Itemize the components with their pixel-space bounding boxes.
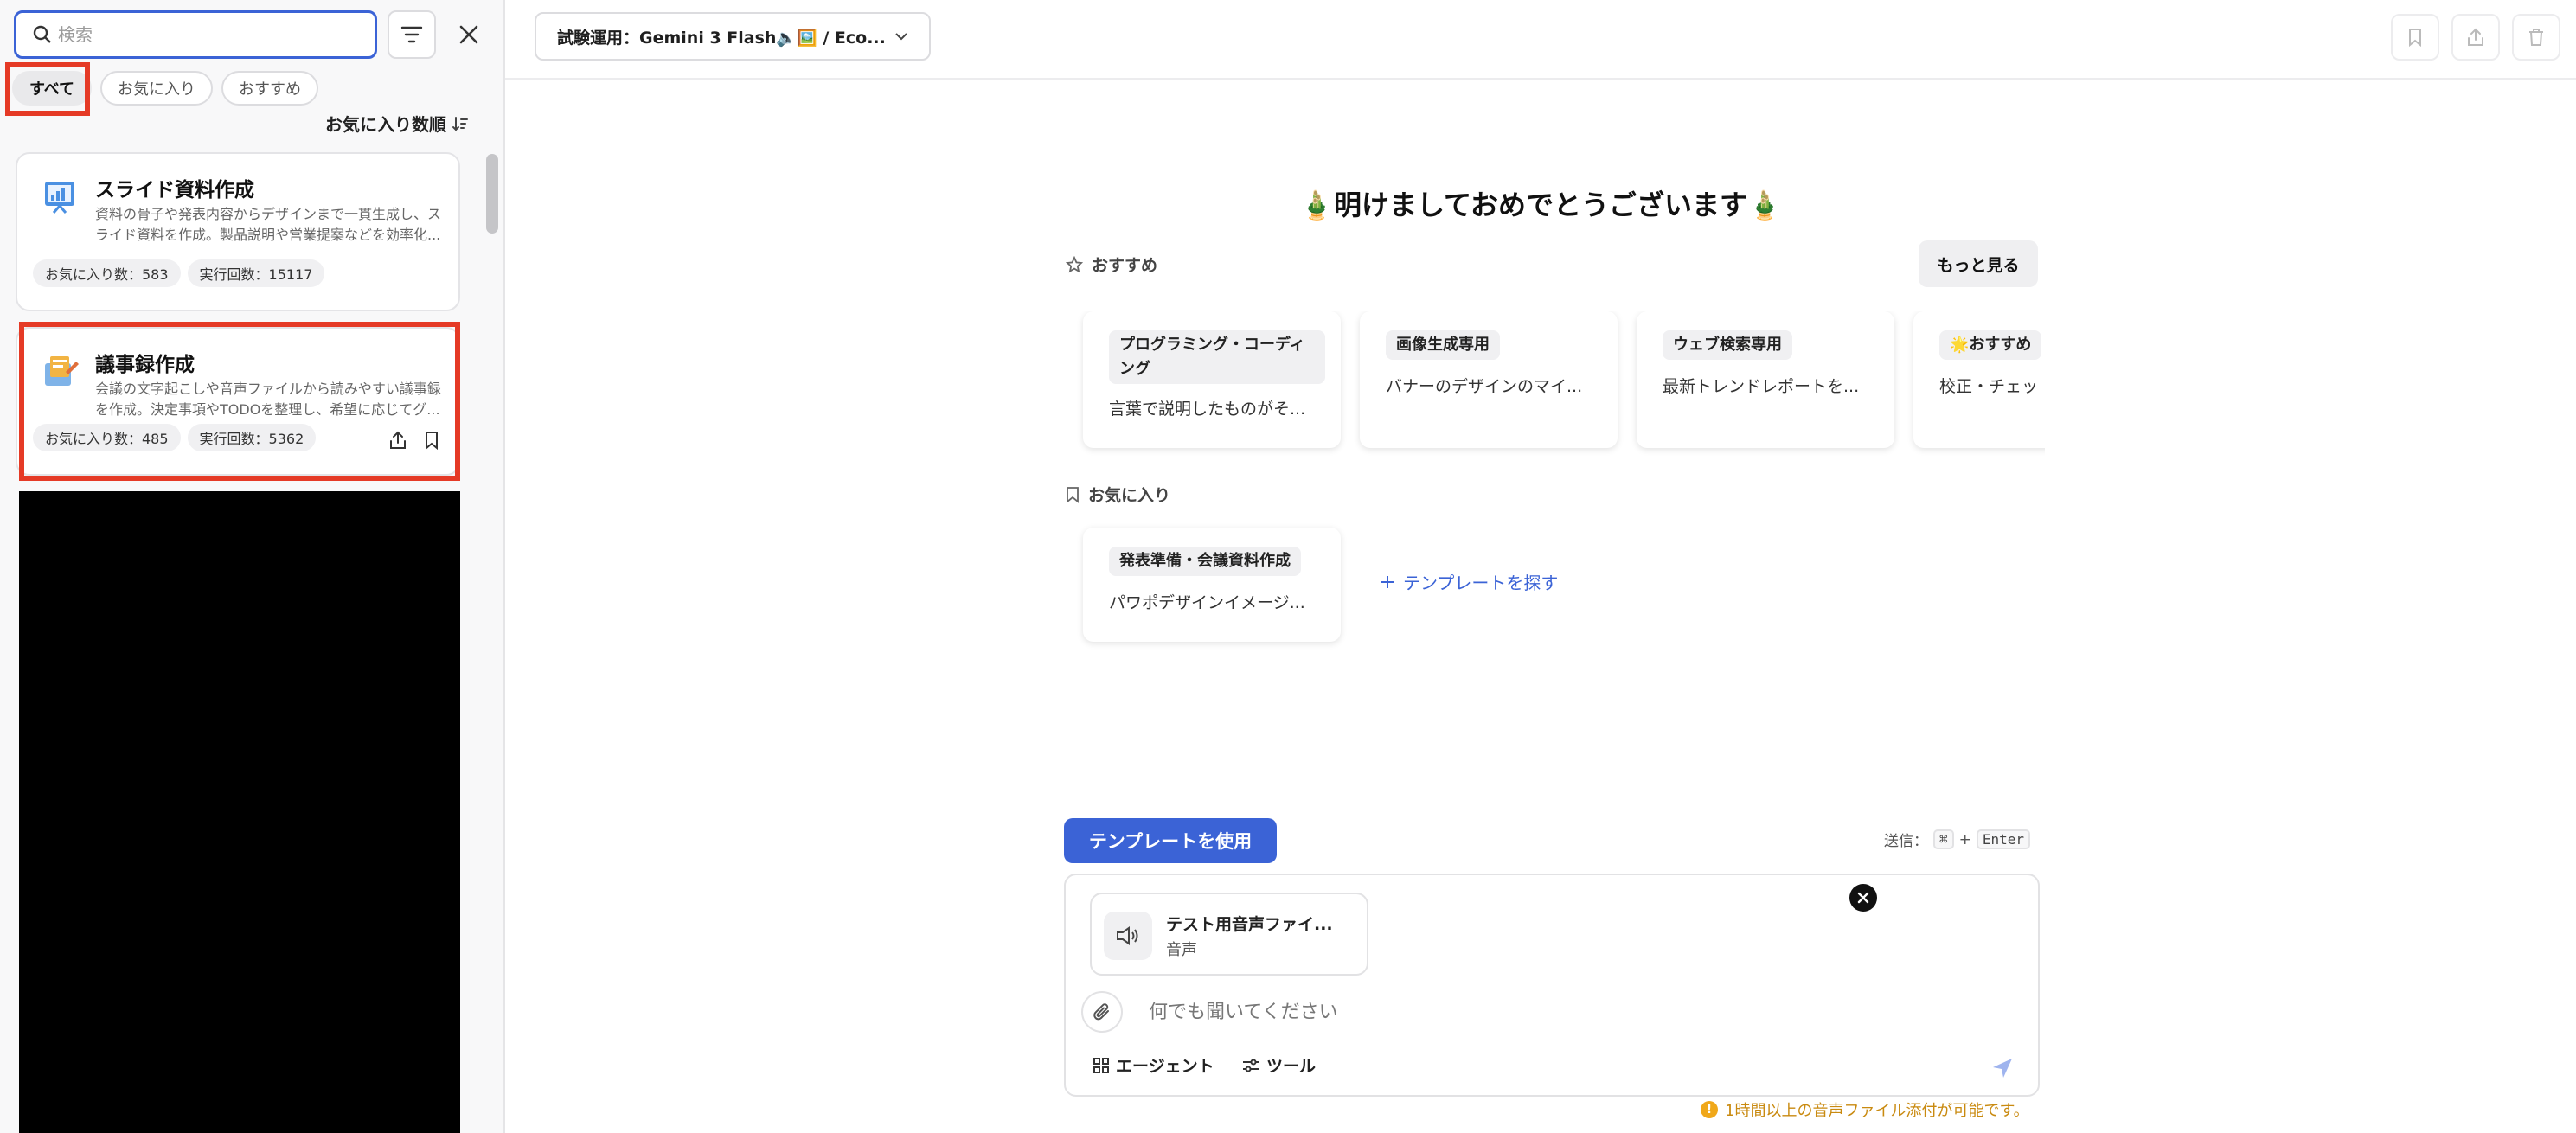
command-key: ⌘	[1933, 829, 1954, 849]
audio-limit-warning: ! 1時間以上の音声ファイル添付が可能です。	[1701, 1098, 2029, 1121]
plus-icon	[1381, 575, 1394, 588]
grid-icon	[1093, 1057, 1109, 1073]
card-text: 言葉で説明したものがそ...	[1109, 400, 1306, 419]
remove-attachment-button[interactable]	[1849, 884, 1877, 912]
top-bar: 試験運用：Gemini 3 Flash🔈🖼️ / Eco...	[505, 0, 2576, 80]
attachment-name: テスト用音声ファイ...	[1166, 915, 1333, 934]
card-text: パワポデザインイメージ...	[1109, 593, 1305, 612]
delete-button[interactable]	[2512, 14, 2560, 61]
agent-label: エージェント	[1116, 1057, 1214, 1076]
send-hint-label: 送信：	[1884, 833, 1928, 850]
main-panel: 試験運用：Gemini 3 Flash🔈🖼️ / Eco... 🎍明けましておめ…	[505, 0, 2576, 1133]
search-input[interactable]	[58, 20, 361, 49]
attach-button[interactable]	[1081, 991, 1123, 1033]
card-text: 最新トレンドレポートを...	[1663, 377, 1860, 396]
card-tag: 🌟おすすめ	[1939, 330, 2042, 360]
share-icon	[2468, 28, 2483, 46]
favorites-label: お気に入り	[1088, 486, 1171, 505]
find-template-label: テンプレートを探す	[1403, 573, 1559, 593]
template-card[interactable]: スライド資料作成 資料の骨子や発表内容からデザインまで一貫生成し、スライド資料を…	[16, 152, 460, 311]
favorites-count-badge: お気に入り数：583	[33, 259, 181, 287]
speaker-icon	[1104, 912, 1152, 960]
run-count-badge: 実行回数：15117	[187, 259, 325, 287]
redacted-area	[19, 491, 460, 1133]
share-button[interactable]	[2451, 14, 2500, 61]
sort-icon	[452, 116, 468, 131]
plus-text: +	[1958, 830, 1971, 848]
chip-favorites[interactable]: お気に入り	[100, 71, 214, 106]
favorite-card[interactable]: 発表準備・会議資料作成 パワポデザインイメージ...	[1083, 528, 1341, 642]
bookmark-icon	[2409, 29, 2421, 47]
star-icon	[1066, 255, 1083, 272]
close-button[interactable]	[445, 10, 493, 59]
chip-recommended[interactable]: おすすめ	[221, 71, 319, 106]
agent-button[interactable]: エージェント	[1093, 1053, 1214, 1077]
trash-icon	[2529, 29, 2543, 46]
see-more-button[interactable]: もっと見る	[1919, 240, 2038, 287]
message-composer: テスト用音声ファイ... 音声 エージェント ツール	[1064, 874, 2040, 1097]
tool-label: ツール	[1266, 1057, 1317, 1076]
highlight-box-all-chip	[5, 62, 90, 116]
prompt-input[interactable]	[1149, 998, 1927, 1026]
card-text: バナーのデザインのマイ...	[1386, 377, 1583, 396]
sort-control[interactable]: お気に入り数順	[325, 111, 469, 136]
recommended-carousel: プログラミング・コーディング 言葉で説明したものがそ... 画像生成専用 バナー…	[1069, 311, 2045, 458]
model-selector-label: 試験運用：Gemini 3 Flash🔈🖼️ / Eco...	[557, 28, 886, 48]
card-tag: 画像生成専用	[1386, 330, 1500, 360]
card-tag: プログラミング・コーディング	[1109, 330, 1325, 384]
recommended-card[interactable]: 🌟おすすめ 校正・チェッ	[1913, 311, 2045, 448]
warning-icon: !	[1701, 1101, 1718, 1118]
recommended-label: おすすめ	[1092, 256, 1158, 275]
favorites-section-label: お気に入り	[1066, 483, 1170, 506]
recommended-card[interactable]: ウェブ検索専用 最新トレンドレポートを...	[1637, 311, 1894, 448]
greeting-heading: 🎍明けましておめでとうございます🎍	[1299, 189, 1782, 221]
slides-icon	[36, 173, 83, 220]
warning-text: 1時間以上の音声ファイル添付が可能です。	[1725, 1102, 2029, 1120]
bookmark-icon	[1067, 486, 1079, 503]
template-description: 資料の骨子や発表内容からデザインまで一貫生成し、スライド資料を作成。製品説明や営…	[95, 206, 442, 243]
recommended-card[interactable]: プログラミング・コーディング 言葉で説明したものがそ...	[1083, 311, 1341, 448]
sidebar-scrollbar[interactable]	[486, 154, 498, 234]
filter-button[interactable]	[388, 10, 436, 59]
attachment-type: 音声	[1166, 941, 1197, 959]
close-icon	[459, 25, 478, 44]
paperclip-icon	[1093, 1003, 1109, 1021]
attachment-chip[interactable]: テスト用音声ファイ... 音声	[1090, 893, 1368, 976]
close-icon	[1857, 892, 1869, 904]
search-box[interactable]	[14, 10, 377, 59]
tools-button[interactable]: ツール	[1242, 1053, 1316, 1077]
card-tag: ウェブ検索専用	[1663, 330, 1792, 360]
bookmark-button[interactable]	[2391, 14, 2439, 61]
recommended-section-label: おすすめ	[1066, 253, 1157, 276]
template-sidebar: すべて お気に入り おすすめ お気に入り数順 スライド資料作成 資料の骨子や発表…	[0, 0, 505, 1133]
send-icon	[1993, 1059, 2012, 1078]
send-button[interactable]	[1991, 1057, 2014, 1083]
template-title: スライド資料作成	[95, 179, 254, 202]
chevron-down-icon	[895, 33, 907, 41]
use-template-button[interactable]: テンプレートを使用	[1064, 818, 1277, 863]
model-selector[interactable]: 試験運用：Gemini 3 Flash🔈🖼️ / Eco...	[535, 12, 931, 61]
recommended-card[interactable]: 画像生成専用 バナーのデザインのマイ...	[1360, 311, 1618, 448]
search-icon	[33, 25, 51, 43]
sort-label: お気に入り数順	[325, 114, 446, 135]
card-text: 校正・チェッ	[1939, 377, 2039, 396]
find-template-link[interactable]: テンプレートを探す	[1381, 569, 1558, 594]
highlight-box-minutes-card	[19, 322, 460, 481]
enter-key: Enter	[1976, 829, 2031, 849]
sliders-icon	[1243, 1059, 1259, 1072]
send-shortcut-hint: 送信： ⌘ + Enter	[1884, 829, 2031, 850]
filter-icon	[400, 26, 423, 43]
card-tag: 発表準備・会議資料作成	[1109, 547, 1301, 576]
